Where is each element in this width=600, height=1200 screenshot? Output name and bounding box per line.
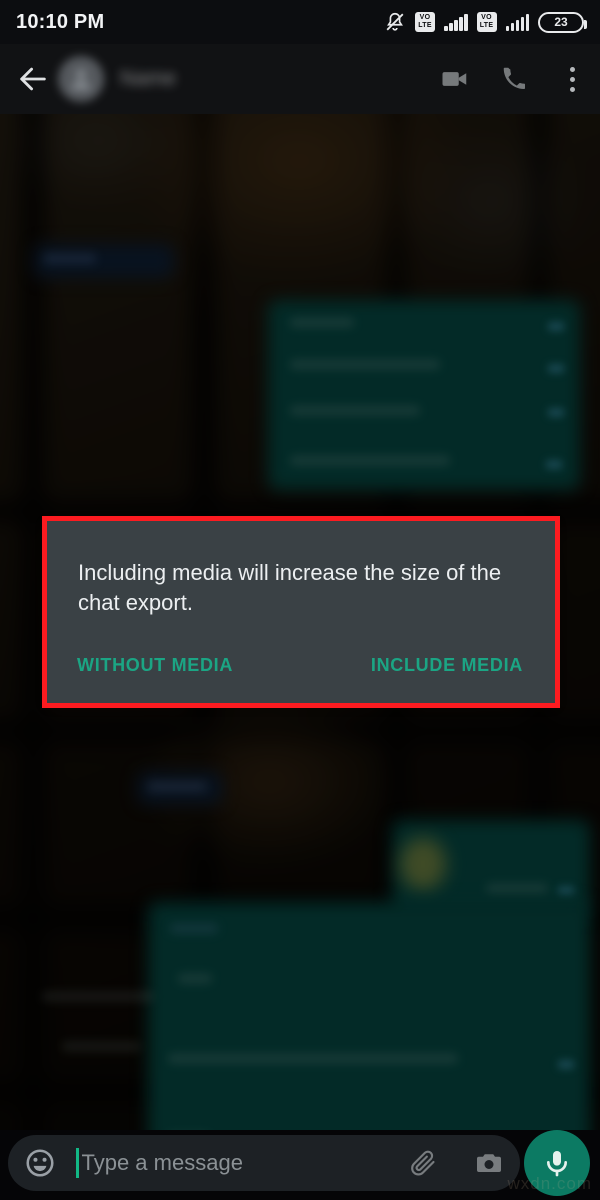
battery-indicator: 23	[538, 11, 587, 33]
voice-message-button[interactable]	[524, 1130, 590, 1196]
emoji-icon[interactable]	[24, 1147, 56, 1179]
video-call-icon[interactable]	[440, 64, 470, 94]
signal-bars-sim1	[444, 13, 468, 31]
attach-paperclip-icon[interactable]	[408, 1148, 438, 1178]
battery-level-text: 23	[554, 15, 568, 29]
camera-icon[interactable]	[474, 1148, 504, 1178]
status-icon-group: VO LTE VO LTE 23	[384, 11, 587, 33]
text-cursor	[76, 1148, 79, 1178]
app-bar-actions	[440, 64, 584, 94]
contact-name[interactable]: Name	[120, 67, 176, 91]
status-clock: 10:10 PM	[16, 10, 105, 33]
chat-bubble-outgoing	[148, 902, 590, 1130]
volte-bottom-text: LTE	[479, 22, 494, 29]
overflow-menu-icon[interactable]	[560, 66, 584, 92]
chat-app-bar: Name	[0, 44, 600, 114]
contact-avatar[interactable]	[58, 56, 104, 102]
volte-top-text: VO	[419, 14, 431, 21]
volte-top-text: VO	[481, 14, 492, 21]
dialog-highlight-box	[42, 516, 560, 708]
message-input-bar: Type a message	[0, 1126, 600, 1200]
message-input-container[interactable]: Type a message	[8, 1135, 520, 1191]
signal-bars-sim2	[505, 13, 529, 31]
phone-screen: 10:10 PM VO LTE VO LTE 23 Name Including…	[0, 0, 600, 1200]
bell-muted-icon	[384, 11, 406, 33]
status-bar: 10:10 PM VO LTE VO LTE 23	[0, 0, 600, 44]
message-placeholder[interactable]: Type a message	[82, 1150, 243, 1176]
volte-badge-sim2: VO LTE	[476, 12, 497, 32]
back-arrow-icon[interactable]	[16, 62, 50, 96]
volte-badge-sim1: VO LTE	[415, 12, 435, 32]
voice-call-icon[interactable]	[500, 64, 530, 94]
volte-bottom-text: LTE	[418, 22, 432, 29]
